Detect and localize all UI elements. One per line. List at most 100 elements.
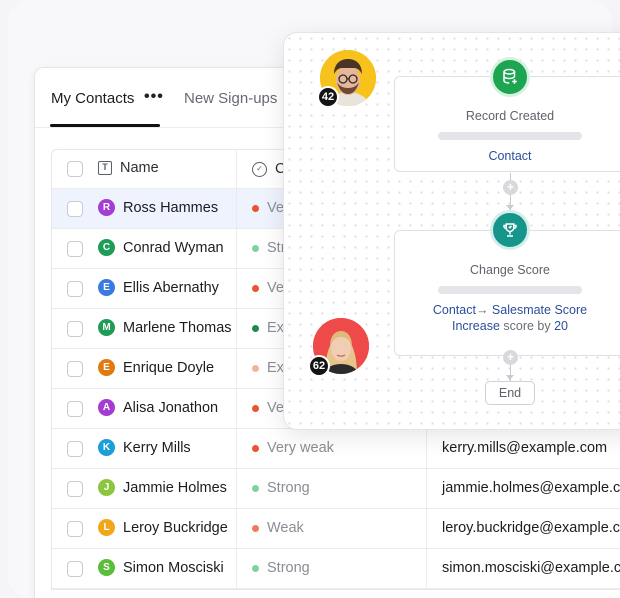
- contact-name: Jammie Holmes: [123, 479, 227, 496]
- contact-email[interactable]: jammie.holmes@example.co: [442, 480, 620, 496]
- contact-name-cell[interactable]: M Marlene Thomas: [98, 319, 232, 336]
- score-badge: 42: [317, 86, 339, 108]
- tab-new-sign-ups[interactable]: New Sign-ups: [184, 90, 277, 107]
- select-all-checkbox[interactable]: [67, 161, 83, 177]
- status-label: Ve: [267, 400, 284, 416]
- status-column-header[interactable]: ✓ C: [252, 161, 285, 177]
- node-title: Record Created: [465, 109, 555, 123]
- status-label: Weak: [267, 520, 304, 536]
- action-text: score by: [499, 319, 555, 333]
- contact-name: Leroy Buckridge: [123, 519, 228, 536]
- contact-name-cell[interactable]: R Ross Hammes: [98, 199, 218, 216]
- row-checkbox[interactable]: [67, 481, 83, 497]
- table-row[interactable]: L Leroy Buckridge Weak leroy.buckridge@e…: [52, 509, 620, 549]
- contact-name-cell[interactable]: K Kerry Mills: [98, 439, 191, 456]
- contact-name-cell[interactable]: E Enrique Doyle: [98, 359, 214, 376]
- contact-name: Marlene Thomas: [123, 319, 232, 336]
- contact-email[interactable]: kerry.mills@example.com: [442, 440, 607, 456]
- tab-more-menu[interactable]: •••: [144, 88, 164, 106]
- status-label: Strong: [267, 560, 310, 576]
- node-placeholder-bar: [438, 132, 582, 140]
- row-checkbox[interactable]: [67, 281, 83, 297]
- tab-my-contacts[interactable]: My Contacts: [51, 90, 134, 107]
- status-dot-icon: [252, 284, 259, 292]
- row-checkbox[interactable]: [67, 201, 83, 217]
- column-divider: [426, 509, 427, 548]
- table-row[interactable]: S Simon Mosciski Strong simon.mosciski@e…: [52, 549, 620, 589]
- status-cell: Ve: [252, 280, 284, 296]
- column-divider: [236, 189, 237, 228]
- column-divider: [236, 349, 237, 388]
- status-cell: Strong: [252, 560, 310, 576]
- status-label: Ve: [267, 280, 284, 296]
- column-divider: [236, 269, 237, 308]
- entity-link[interactable]: Contact: [433, 303, 476, 317]
- column-divider: [236, 469, 237, 508]
- node-entity-link[interactable]: Contact: [395, 149, 620, 163]
- status-cell: Weak: [252, 520, 304, 536]
- contact-initial-avatar: S: [98, 559, 115, 576]
- status-label: Very weak: [267, 440, 334, 456]
- contact-initial-avatar: L: [98, 519, 115, 536]
- action-link[interactable]: Increase: [452, 319, 500, 333]
- table-row[interactable]: K Kerry Mills Very weak kerry.mills@exam…: [52, 429, 620, 469]
- column-divider: [426, 469, 427, 508]
- status-dot-icon: [252, 244, 259, 252]
- table-row[interactable]: J Jammie Holmes Strong jammie.holmes@exa…: [52, 469, 620, 509]
- contact-initial-avatar: M: [98, 319, 115, 336]
- row-checkbox[interactable]: [67, 241, 83, 257]
- score-target-line: Contact→ Salesmate Score: [395, 303, 620, 317]
- contact-name-cell[interactable]: A Alisa Jonathon: [98, 399, 218, 416]
- arrow-glyph: →: [475, 303, 489, 317]
- row-checkbox[interactable]: [67, 361, 83, 377]
- status-cell: Str: [252, 240, 286, 256]
- score-amount-link[interactable]: 20: [554, 319, 568, 333]
- row-checkbox[interactable]: [67, 441, 83, 457]
- row-checkbox[interactable]: [67, 521, 83, 537]
- row-checkbox[interactable]: [67, 561, 83, 577]
- contact-name: Conrad Wyman: [123, 239, 224, 256]
- contact-initial-avatar: E: [98, 279, 115, 296]
- add-step-button[interactable]: +: [503, 350, 518, 365]
- contact-name-cell[interactable]: L Leroy Buckridge: [98, 519, 228, 536]
- status-label: Strong: [267, 480, 310, 496]
- add-step-button[interactable]: +: [503, 180, 518, 195]
- contact-name-cell[interactable]: C Conrad Wyman: [98, 239, 224, 256]
- status-cell: Ve: [252, 400, 284, 416]
- status-cell: Ve: [252, 200, 284, 216]
- contact-email[interactable]: leroy.buckridge@example.co: [442, 520, 620, 536]
- status-cell: Very weak: [252, 440, 334, 456]
- status-dot-icon: [252, 524, 259, 532]
- score-badge: 62: [308, 355, 330, 377]
- contact-name: Ellis Abernathy: [123, 279, 219, 296]
- stage: My Contacts ••• New Sign-ups T Name ✓ C: [0, 0, 620, 598]
- database-plus-icon: [490, 57, 530, 97]
- row-checkbox[interactable]: [67, 401, 83, 417]
- name-column-header[interactable]: T Name: [98, 160, 159, 176]
- contact-initial-avatar: R: [98, 199, 115, 216]
- status-dot-icon: [252, 324, 259, 332]
- status-label: Ve: [267, 200, 284, 216]
- text-type-icon: T: [98, 161, 112, 175]
- column-divider: [236, 309, 237, 348]
- node-title: Change Score: [470, 263, 550, 277]
- score-action-line: Increase score by 20: [395, 319, 620, 333]
- column-divider: [236, 229, 237, 268]
- column-divider: [236, 509, 237, 548]
- contact-email[interactable]: simon.mosciski@example.com: [442, 560, 620, 576]
- status-dot-icon: [252, 444, 259, 452]
- contact-initial-avatar: E: [98, 359, 115, 376]
- status-dot-icon: [252, 364, 259, 372]
- contact-name: Kerry Mills: [123, 439, 191, 456]
- column-divider: [236, 150, 237, 188]
- node-placeholder-bar: [438, 286, 582, 294]
- contact-name: Simon Mosciski: [123, 559, 224, 576]
- row-checkbox[interactable]: [67, 321, 83, 337]
- contact-name-cell[interactable]: S Simon Mosciski: [98, 559, 224, 576]
- contact-name-cell[interactable]: E Ellis Abernathy: [98, 279, 219, 296]
- contact-name: Alisa Jonathon: [123, 399, 219, 416]
- score-field-link[interactable]: Salesmate Score: [488, 303, 587, 317]
- end-node[interactable]: End: [485, 381, 535, 405]
- contact-initial-avatar: C: [98, 239, 115, 256]
- contact-name-cell[interactable]: J Jammie Holmes: [98, 479, 227, 496]
